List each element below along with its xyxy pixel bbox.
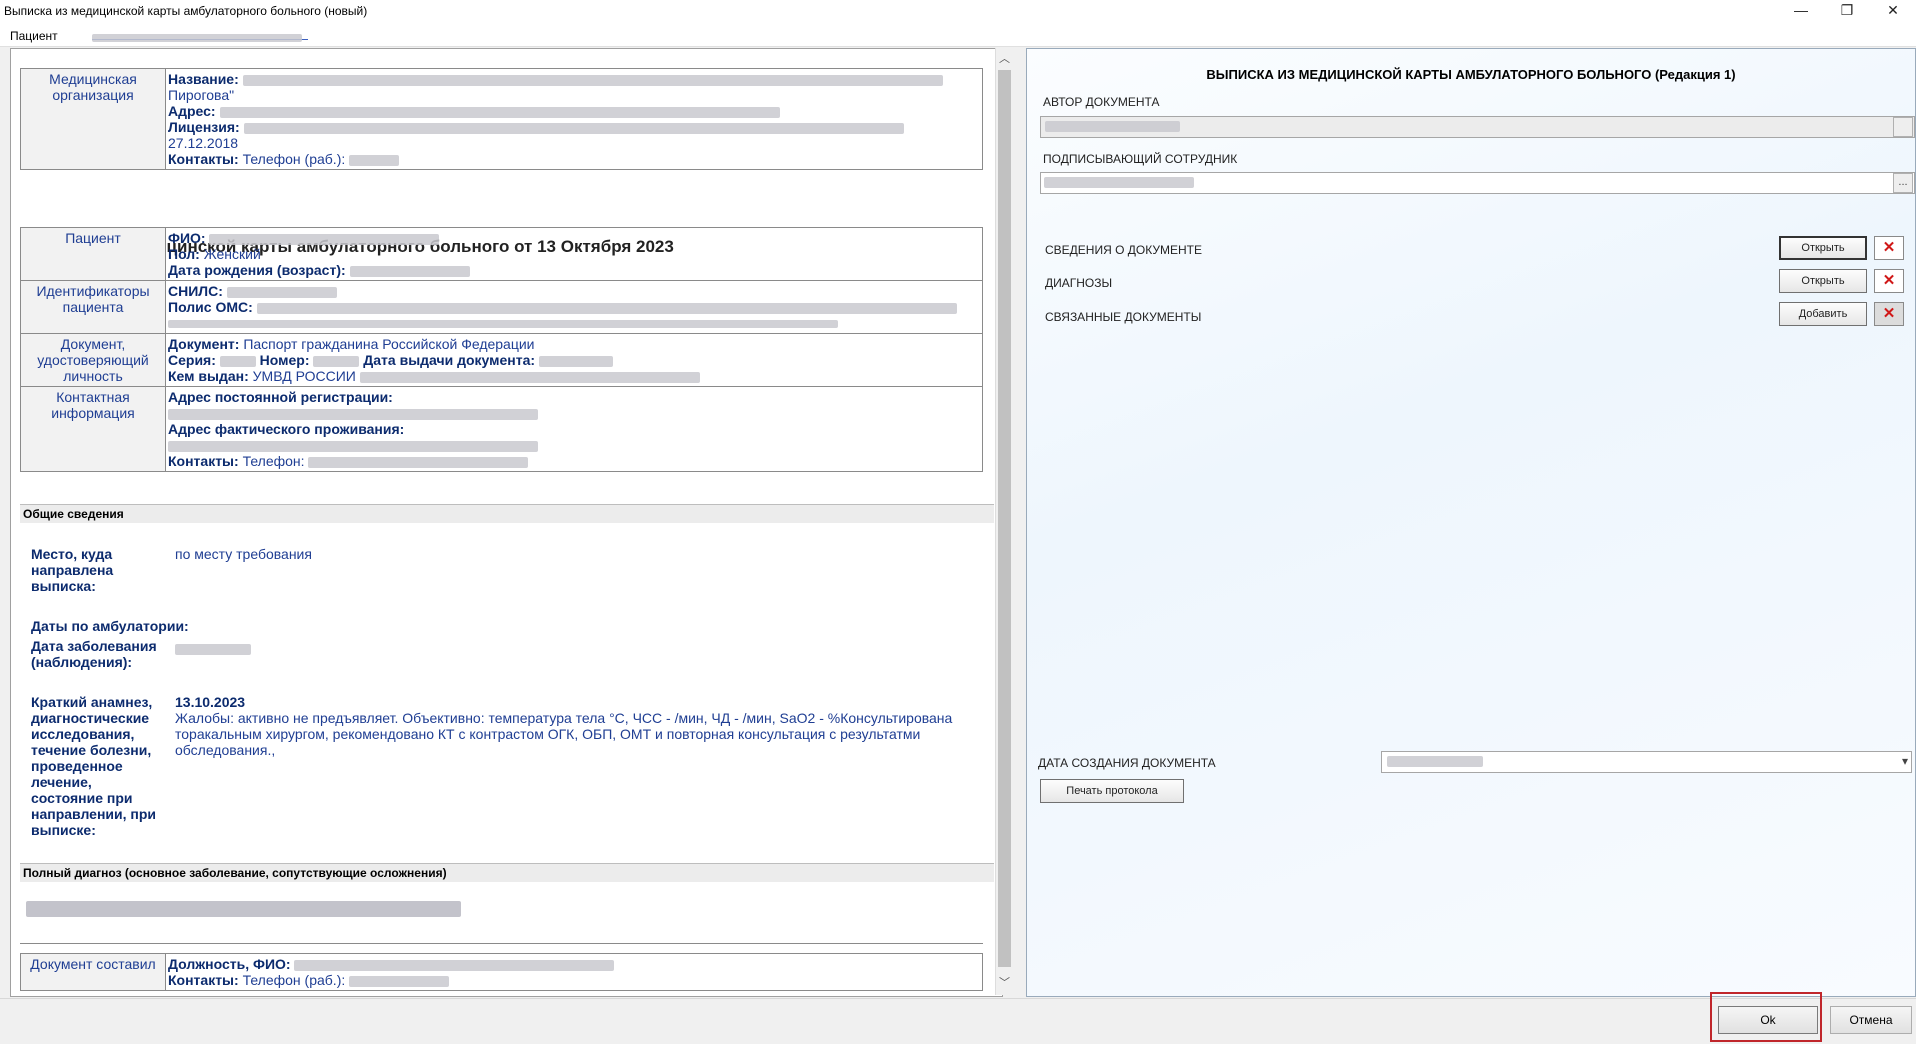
iddoc-header: Документ, удостоверяющий личность <box>20 333 166 387</box>
contact-details: Адрес постоянной регистрации: Адрес факт… <box>165 386 983 472</box>
author-table: Документ составил Должность, ФИО: Контак… <box>20 953 983 991</box>
cancel-button[interactable]: Отмена <box>1830 1006 1912 1034</box>
diagnosis-value <box>26 900 461 917</box>
signer-picker-icon[interactable]: ... <box>1893 173 1913 193</box>
signer-field[interactable]: ... <box>1040 172 1915 194</box>
creation-date-label: ДАТА СОЗДАНИЯ ДОКУМЕНТА <box>1038 756 1216 770</box>
scroll-up-icon[interactable]: ︿ <box>996 50 1013 68</box>
diagnoses-delete-icon[interactable]: ✕ <box>1874 269 1904 293</box>
patient-table: Пациент ФИО: Пол: Женский Дата рождения … <box>20 227 983 472</box>
document-scrollbar[interactable]: ︿ ﹀ <box>995 48 1013 995</box>
general-section: Общие сведения <box>20 504 994 523</box>
author-details: Должность, ФИО: Контакты: Телефон (раб.)… <box>165 953 983 991</box>
onset-value <box>175 640 251 656</box>
patient-header: Пациент <box>20 227 166 281</box>
patient-strip: Пациент <box>0 22 1916 47</box>
signer-label: ПОДПИСЫВАЮЩИЙ СОТРУДНИК <box>1043 152 1238 166</box>
org-details: Название: Пирогова" Адрес: Лицензия: 27.… <box>165 68 983 170</box>
scroll-thumb[interactable] <box>998 70 1011 967</box>
close-icon[interactable]: ✕ <box>1870 0 1916 22</box>
patient-label: Пациент <box>10 29 58 43</box>
diagnoses-label: ДИАГНОЗЫ <box>1045 276 1113 290</box>
iddoc-details: Документ: Паспорт гражданина Российской … <box>165 333 983 387</box>
related-docs-label: СВЯЗАННЫЕ ДОКУМЕНТЫ <box>1045 310 1202 324</box>
ids-header: Идентификаторы пациента <box>20 280 166 334</box>
creation-date-field[interactable]: ▾ <box>1381 751 1912 773</box>
author-label: АВТОР ДОКУМЕНТА <box>1043 95 1160 109</box>
scroll-down-icon[interactable]: ﹀ <box>996 974 1013 992</box>
diagnoses-open-button[interactable]: Открыть <box>1779 269 1867 293</box>
place-label: Место, куда направлена выписка: <box>31 546 114 594</box>
author-picker-icon[interactable] <box>1893 117 1913 137</box>
contact-header: Контактная информация <box>20 386 166 472</box>
related-docs-delete-icon[interactable]: ✕ <box>1874 302 1904 326</box>
calendar-dropdown-icon[interactable]: ▾ <box>1902 754 1908 768</box>
ok-button[interactable]: Ok <box>1718 1006 1818 1034</box>
print-protocol-button[interactable]: Печать протокола <box>1040 779 1184 803</box>
editor-title: ВЫПИСКА ИЗ МЕДИЦИНСКОЙ КАРТЫ АМБУЛАТОРНО… <box>1206 67 1736 82</box>
window-title: Выписка из медицинской карты амбулаторно… <box>4 4 368 18</box>
anamnesis-value: 13.10.2023 Жалобы: активно не предъявляе… <box>175 694 953 758</box>
dates-label: Даты по амбулатории: <box>31 618 189 634</box>
title-bar: Выписка из медицинской карты амбулаторно… <box>0 0 1916 22</box>
doc-info-label: СВЕДЕНИЯ О ДОКУМЕНТЕ <box>1045 243 1202 257</box>
patient-details: ФИО: Пол: Женский Дата рождения (возраст… <box>165 227 983 281</box>
editor-panel: ВЫПИСКА ИЗ МЕДИЦИНСКОЙ КАРТЫ АМБУЛАТОРНО… <box>1026 48 1916 997</box>
author-header: Документ составил <box>20 953 166 991</box>
org-table: Медицинская организация Название: Пирого… <box>20 68 983 170</box>
anamnesis-label: Краткий анамнез, диагностические исследо… <box>31 694 157 838</box>
org-header: Медицинская организация <box>20 68 166 170</box>
dialog-footer <box>0 998 1916 1044</box>
document-preview: Медицинская организация Название: Пирого… <box>10 48 1003 997</box>
patient-link[interactable] <box>92 29 308 42</box>
doc-info-delete-icon[interactable]: ✕ <box>1874 236 1904 260</box>
related-docs-add-button[interactable]: Добавить <box>1779 302 1867 326</box>
place-value: по месту требования <box>175 546 312 562</box>
author-field[interactable] <box>1040 116 1915 138</box>
restore-icon[interactable]: ❐ <box>1824 0 1870 22</box>
onset-label: Дата заболевания (наблюдения): <box>31 638 157 670</box>
ids-details: СНИЛС: Полис ОМС: <box>165 280 983 334</box>
minimize-icon[interactable]: — <box>1778 0 1824 22</box>
diagnosis-section: Полный диагноз (основное заболевание, со… <box>20 863 994 882</box>
doc-info-open-button[interactable]: Открыть <box>1779 236 1867 260</box>
